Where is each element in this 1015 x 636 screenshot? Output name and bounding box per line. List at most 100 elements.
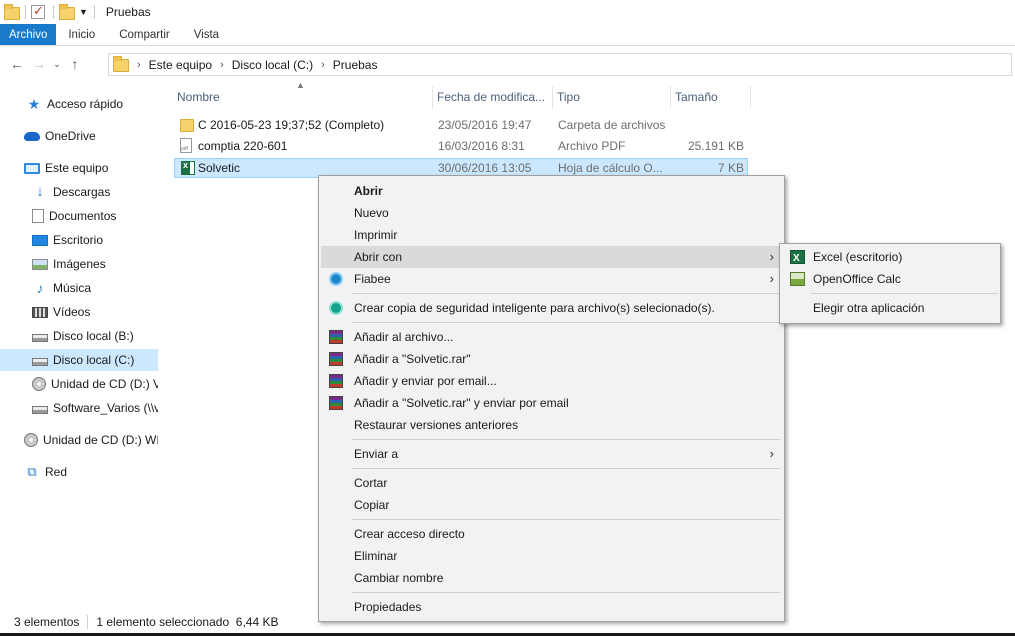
sidebar-item-unidad-cd-d-wi[interactable]: Unidad de CD (D:) WI — [0, 429, 158, 451]
customize-toolbar-icon[interactable]: ▼ — [79, 7, 88, 17]
sidebar-item-disco-local-c[interactable]: Disco local (C:) — [0, 349, 158, 371]
navigation-bar: ← → ⌄ ↑ › Este equipo › Disco local (C:)… — [0, 50, 1015, 78]
chevron-right-icon[interactable]: › — [321, 59, 325, 71]
menu-item-anadir-archivo[interactable]: Añadir al archivo... — [321, 326, 782, 348]
cd-drive-icon — [32, 377, 46, 391]
chevron-right-icon[interactable]: › — [137, 59, 141, 71]
folder-icon — [113, 56, 129, 72]
cd-drive-icon — [24, 433, 38, 447]
network-icon: ⧉ — [27, 464, 37, 479]
submenu-item-label: OpenOffice Calc — [813, 272, 901, 286]
menu-item-label: Añadir al archivo... — [354, 330, 454, 344]
star-icon: ★ — [27, 96, 41, 112]
menu-item-enviar-a[interactable]: Enviar a › — [321, 443, 782, 465]
sidebar-item-label: Unidad de CD (D:) WI — [43, 433, 158, 447]
back-arrow-icon[interactable]: ← — [6, 56, 28, 72]
drive-icon — [32, 334, 48, 342]
menu-item-label: Abrir con — [354, 250, 403, 264]
menu-item-imprimir[interactable]: Imprimir — [321, 224, 782, 246]
navigation-pane: ★ Acceso rápido OneDrive Este equipo ↓ D… — [0, 86, 158, 606]
menu-item-anadir-email[interactable]: Añadir y enviar por email... — [321, 370, 782, 392]
menu-item-backup[interactable]: Crear copia de seguridad inteligente par… — [321, 297, 782, 319]
chevron-right-icon: › — [769, 249, 774, 264]
menu-item-anadir-rar[interactable]: Añadir a "Solvetic.rar" — [321, 348, 782, 370]
breadcrumb-pruebas[interactable]: Pruebas — [333, 58, 378, 72]
sidebar-item-label: Software_Varios (\\v — [53, 401, 158, 415]
divider — [53, 5, 54, 19]
file-row[interactable]: comptia 220-601 16/03/2016 8:31 Archivo … — [174, 137, 748, 157]
menu-separator — [352, 592, 780, 593]
menu-item-label: Añadir a "Solvetic.rar" y enviar por ema… — [354, 396, 569, 410]
folder-icon — [4, 4, 20, 20]
new-folder-icon[interactable] — [59, 4, 75, 20]
menu-item-copiar[interactable]: Copiar — [321, 494, 782, 516]
video-icon — [32, 306, 48, 318]
address-bar[interactable]: › Este equipo › Disco local (C:) › Prueb… — [108, 53, 1012, 76]
menu-item-cortar[interactable]: Cortar — [321, 472, 782, 494]
menu-item-cambiar-nombre[interactable]: Cambiar nombre — [321, 567, 782, 589]
sidebar-item-onedrive[interactable]: OneDrive — [0, 125, 158, 147]
menu-item-anadir-rar-email[interactable]: Añadir a "Solvetic.rar" y enviar por ema… — [321, 392, 782, 414]
sidebar-item-imagenes[interactable]: Imágenes — [0, 253, 158, 275]
open-with-submenu: Excel (escritorio) OpenOffice Calc Elegi… — [779, 243, 1001, 324]
chevron-right-icon[interactable]: › — [220, 59, 224, 71]
menu-item-abrir[interactable]: Abrir — [321, 180, 782, 202]
context-menu: Abrir Nuevo Imprimir Abrir con › Fiabee … — [318, 175, 785, 622]
sidebar-item-videos[interactable]: Vídeos — [0, 301, 158, 323]
sidebar-item-acceso-rapido[interactable]: ★ Acceso rápido — [0, 93, 158, 115]
column-header-nombre[interactable]: Nombre — [172, 86, 432, 108]
breadcrumb-disco-local-c[interactable]: Disco local (C:) — [232, 58, 313, 72]
menu-item-fiabee[interactable]: Fiabee › — [321, 268, 782, 290]
file-row[interactable]: C 2016-05-23 19;37;52 (Completo) 23/05/2… — [174, 116, 748, 136]
forward-arrow-icon[interactable]: → — [28, 56, 50, 72]
up-arrow-icon[interactable]: ↑ — [64, 56, 86, 72]
window-title: Pruebas — [105, 5, 151, 19]
sidebar-item-descargas[interactable]: ↓ Descargas — [0, 181, 158, 203]
item-count: 3 elementos — [14, 615, 80, 629]
menu-item-restaurar[interactable]: Restaurar versiones anteriores — [321, 414, 782, 436]
sidebar-item-escritorio[interactable]: Escritorio — [0, 229, 158, 251]
tab-inicio[interactable]: Inicio — [56, 24, 107, 45]
sidebar-item-red[interactable]: ⧉ Red — [0, 461, 158, 483]
breadcrumb-este-equipo[interactable]: Este equipo — [149, 58, 212, 72]
menu-item-abrir-con[interactable]: Abrir con › — [321, 246, 782, 268]
tab-vista[interactable]: Vista — [182, 24, 231, 45]
sidebar-item-este-equipo[interactable]: Este equipo — [0, 157, 158, 179]
sidebar-item-software-varios[interactable]: Software_Varios (\\v — [0, 397, 158, 419]
column-header-fecha[interactable]: Fecha de modifica... — [432, 86, 552, 108]
column-divider[interactable] — [750, 86, 751, 108]
network-drive-icon — [32, 406, 48, 414]
menu-item-nuevo[interactable]: Nuevo — [321, 202, 782, 224]
menu-item-propiedades[interactable]: Propiedades — [321, 596, 782, 618]
sidebar-item-label: Vídeos — [53, 305, 91, 319]
submenu-item-elegir-otra[interactable]: Elegir otra aplicación — [782, 297, 998, 319]
file-date: 16/03/2016 8:31 — [438, 139, 525, 153]
sidebar-item-unidad-cd-d[interactable]: Unidad de CD (D:) V — [0, 373, 158, 395]
openoffice-calc-icon — [790, 272, 805, 286]
sidebar-item-musica[interactable]: ♪ Música — [0, 277, 158, 299]
file-type: Carpeta de archivos — [558, 118, 666, 132]
menu-item-eliminar[interactable]: Eliminar — [321, 545, 782, 567]
sidebar-item-label: Este equipo — [45, 161, 109, 175]
desktop-icon — [32, 234, 48, 246]
submenu-item-openoffice-calc[interactable]: OpenOffice Calc — [782, 268, 998, 290]
submenu-item-excel[interactable]: Excel (escritorio) — [782, 246, 998, 270]
winrar-icon — [329, 330, 343, 344]
selection-info: 1 elemento seleccionado 6,44 KB — [96, 615, 279, 629]
divider — [87, 615, 89, 629]
pdf-file-icon — [180, 138, 192, 153]
sidebar-item-disco-local-b[interactable]: Disco local (B:) — [0, 325, 158, 347]
cloud-icon — [24, 131, 40, 141]
sidebar-item-documentos[interactable]: Documentos — [0, 205, 158, 227]
menu-separator — [352, 293, 780, 294]
properties-icon[interactable] — [31, 3, 45, 19]
menu-item-crear-acceso-directo[interactable]: Crear acceso directo — [321, 523, 782, 545]
tab-archivo[interactable]: Archivo — [0, 24, 57, 45]
tab-compartir[interactable]: Compartir — [107, 24, 181, 45]
recent-locations-chevron-icon[interactable]: ⌄ — [50, 59, 64, 70]
column-header-tamano[interactable]: Tamaño — [670, 86, 750, 108]
winrar-icon — [329, 374, 343, 388]
folder-icon — [180, 119, 194, 132]
title-bar: ▼ Pruebas — [0, 0, 1015, 24]
column-header-tipo[interactable]: Tipo — [552, 86, 670, 108]
